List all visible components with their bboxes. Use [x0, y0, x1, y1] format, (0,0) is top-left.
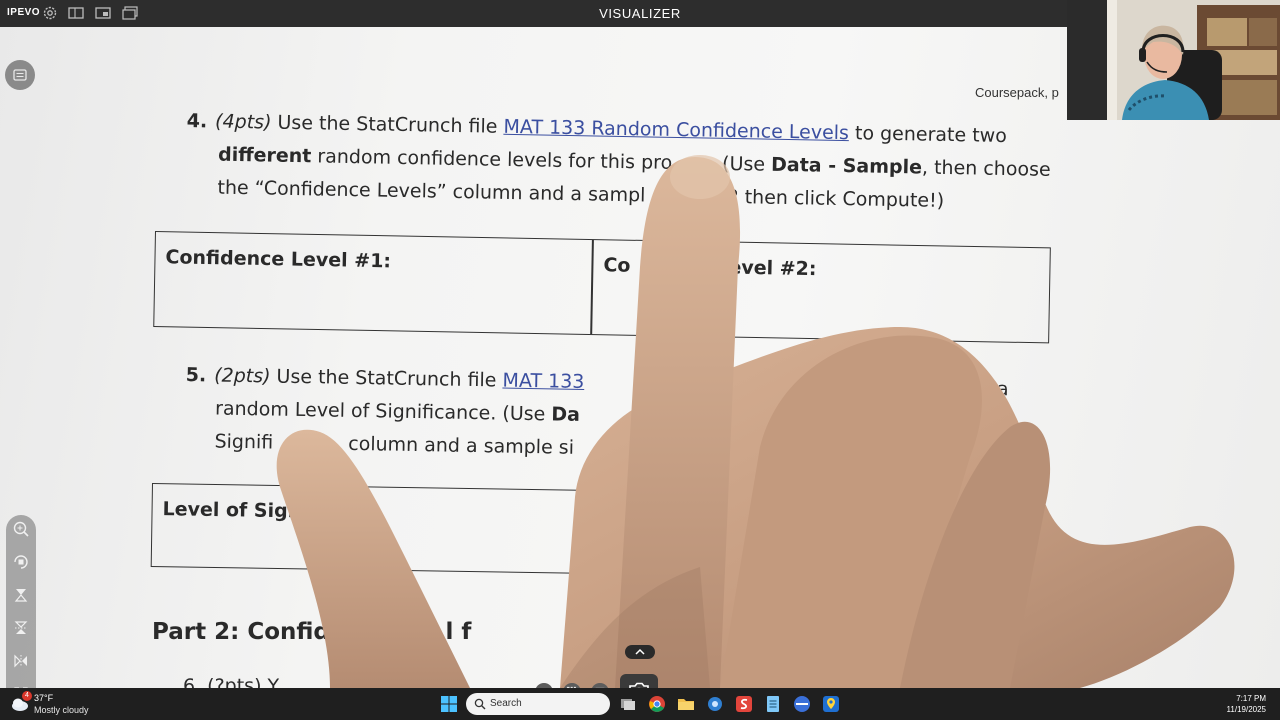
- heading-text: Part 2: Confide: [152, 619, 346, 645]
- clock-time: 7:17 PM: [1236, 694, 1266, 703]
- maps-icon[interactable]: [821, 694, 841, 714]
- weather-alert-badge: 4: [22, 691, 32, 701]
- search-icon: [474, 698, 486, 710]
- question-6-fragment: 6. (?pts) Y: [183, 675, 280, 688]
- rotate-icon[interactable]: [11, 552, 31, 572]
- question-text: a: [996, 378, 1009, 401]
- page-header: Coursepack, p: [975, 85, 1059, 100]
- emphasis-text: Data - Sample: [770, 153, 923, 179]
- question-text: Use the StatCrunch file: [270, 365, 503, 392]
- statcrunch-link[interactable]: MAT 133 Random Confidence Levels: [503, 116, 849, 144]
- camera-icon: [629, 682, 649, 688]
- document-camera-view: Coursepack, p 4. (4pts) Use the StatCrunc…: [0, 27, 1280, 688]
- chevron-up-icon: [635, 648, 645, 655]
- question-text: the “Confidence Levels” column and a sam…: [217, 176, 646, 207]
- weather-widget[interactable]: 4 37°F Mostly cloudy: [10, 691, 130, 717]
- question-number: 4.: [186, 109, 208, 133]
- media-icon[interactable]: [792, 694, 812, 714]
- confidence-level-1-cell[interactable]: Confidence Level #1:: [154, 232, 592, 334]
- task-view-icon[interactable]: [618, 694, 638, 714]
- menu-icon: [13, 69, 27, 81]
- question-text: then choose: [694, 405, 812, 430]
- question-text: then click Compute!): [738, 186, 945, 212]
- taskbar: 4 37°F Mostly cloudy Search 7:17 PM 11/1…: [0, 688, 1280, 720]
- emphasis-text: Da: [551, 403, 581, 426]
- question-text: random Level of Significance. (Use: [214, 397, 552, 426]
- question-points: (2pts): [213, 364, 271, 388]
- clock-date: 11/19/2025: [1226, 705, 1266, 714]
- chrome-icon[interactable]: [647, 694, 667, 714]
- cell-label: evel #2:: [728, 256, 817, 281]
- menu-button[interactable]: [5, 60, 35, 90]
- snagit-icon[interactable]: [734, 694, 754, 714]
- emphasis-text: 2: [725, 185, 739, 209]
- start-button[interactable]: [440, 695, 458, 713]
- settings-gear-icon[interactable]: [705, 694, 725, 714]
- presenter-webcam: [1067, 0, 1280, 120]
- weather-temperature: 37°F: [34, 693, 54, 703]
- emphasis-text: different: [217, 143, 312, 168]
- question-points: (4pts): [214, 110, 272, 134]
- flip-vertical-icon[interactable]: [11, 585, 31, 605]
- question-text: column and a sample si: [348, 432, 575, 459]
- question-text: Signifi: [214, 430, 274, 454]
- question-text: Use the StatCrunch file: [271, 111, 504, 138]
- windows-icon: [441, 696, 457, 712]
- confidence-level-table: Confidence Level #1: Co evel #2:: [153, 231, 1051, 344]
- taskbar-search[interactable]: Search: [466, 693, 610, 715]
- cell-label: Level of Signific: [162, 498, 334, 523]
- file-explorer-icon[interactable]: [676, 694, 696, 714]
- mirror-vertical-icon[interactable]: [11, 618, 31, 638]
- capture-photo-button[interactable]: [620, 674, 658, 688]
- mirror-horizontal-icon[interactable]: [11, 651, 31, 671]
- statcrunch-link[interactable]: vels of Signific: [699, 373, 837, 397]
- question-5: 5. (2pts) Use the StatCrunch file MAT 133…: [184, 359, 1009, 472]
- question-4: 4. (4pts) Use the StatCrunch file MAT 133…: [185, 105, 1051, 220]
- question-number: 5.: [185, 363, 207, 387]
- part-2-heading: Part 2: Confide l f: [152, 619, 471, 645]
- worksheet-page: Coursepack, p 4. (4pts) Use the StatCrunc…: [0, 27, 1280, 688]
- weather-condition: Mostly cloudy: [34, 705, 89, 715]
- presenter-video: [1067, 0, 1280, 120]
- app-titlebar: IPEVO VISUALIZER: [0, 0, 1067, 27]
- notepad-icon[interactable]: [763, 694, 783, 714]
- question-text: , then choose: [921, 156, 1051, 181]
- question-text: random confidence levels for this pro: [311, 145, 673, 174]
- question-text: (Use: [721, 152, 772, 176]
- statcrunch-link[interactable]: MAT 133: [502, 370, 584, 393]
- screen: IPEVO VISUALIZER Coursepack, p 4. (4pts) …: [0, 0, 1280, 720]
- toolbar-collapse-button[interactable]: [625, 645, 655, 659]
- question-text: ck Compu: [733, 439, 830, 464]
- system-clock[interactable]: 7:17 PM 11/19/2025: [1227, 693, 1266, 715]
- significance-level-table: Level of Signific: [150, 483, 712, 576]
- heading-text: l f: [445, 619, 472, 645]
- significance-level-cell[interactable]: Level of Signific: [152, 484, 453, 571]
- confidence-level-2-cell[interactable]: Co evel #2:: [592, 240, 1050, 342]
- cell-label: Confidence Level #1:: [165, 246, 392, 273]
- cell-label: Co: [603, 254, 631, 277]
- zoom-in-icon[interactable]: [11, 519, 31, 539]
- camera-tool-rail: [6, 515, 36, 688]
- question-text: to generate two: [848, 122, 1008, 148]
- search-placeholder: Search: [490, 698, 522, 709]
